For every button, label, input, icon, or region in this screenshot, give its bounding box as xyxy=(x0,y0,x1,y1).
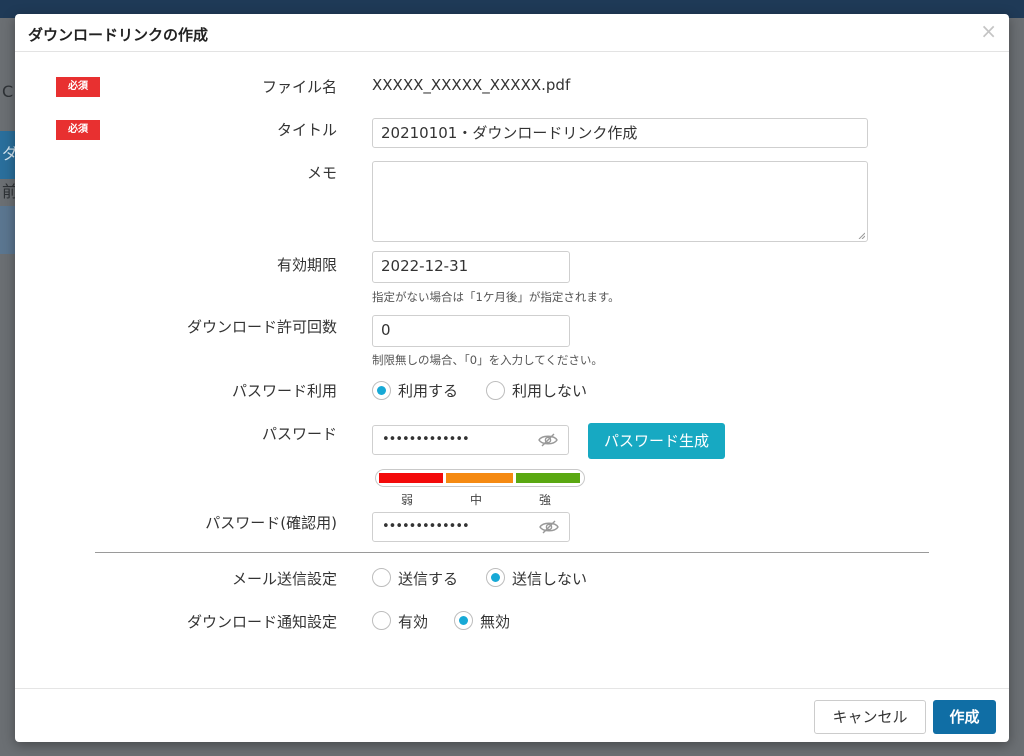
background-row xyxy=(0,206,15,254)
download-count-label: ダウンロード許可回数 xyxy=(186,318,337,336)
strength-segment-weak xyxy=(379,473,443,483)
file-name-value: XXXXX_XXXXX_XXXXX.pdf xyxy=(372,76,571,94)
required-badge: 必須 xyxy=(56,77,100,97)
mail-no-send-radio[interactable] xyxy=(486,568,505,587)
expiry-label: 有効期限 xyxy=(276,256,337,274)
password-use-label: パスワード利用 xyxy=(231,382,337,400)
title-label: タイトル xyxy=(276,121,337,139)
password-masked-value: ••••••••••••• xyxy=(382,432,470,447)
download-link-dialog: ダウンロードリンクの作成 × 必須 ファイル名 XXXXX_XXXXX_XXXX… xyxy=(15,14,1009,742)
mail-no-send-label[interactable]: 送信しない xyxy=(512,568,587,589)
password-use-no-radio[interactable] xyxy=(486,381,505,400)
create-button[interactable]: 作成 xyxy=(933,700,996,734)
cancel-button[interactable]: キャンセル xyxy=(814,700,926,734)
eye-slash-icon[interactable] xyxy=(539,519,559,535)
password-input[interactable]: ••••••••••••• xyxy=(372,425,569,455)
strength-label-weak: 弱 xyxy=(400,493,413,507)
expiry-hint: 指定がない場合は「1ケ月後」が指定されます。 xyxy=(372,290,620,304)
memo-textarea[interactable] xyxy=(372,161,868,242)
notify-setting-label: ダウンロード通知設定 xyxy=(186,613,337,631)
mail-send-label[interactable]: 送信する xyxy=(398,568,458,589)
password-strength-meter xyxy=(375,469,585,487)
strength-segment-medium xyxy=(446,473,513,483)
dialog-header: ダウンロードリンクの作成 × xyxy=(15,14,1009,52)
notify-enabled-radio[interactable] xyxy=(372,611,391,630)
password-use-no-label[interactable]: 利用しない xyxy=(512,380,587,401)
strength-label-medium: 中 xyxy=(469,493,482,507)
background-text: C xyxy=(2,82,14,101)
mail-send-radio[interactable] xyxy=(372,568,391,587)
notify-enabled-label[interactable]: 有効 xyxy=(398,611,428,632)
required-badge: 必須 xyxy=(56,120,100,140)
memo-label: メモ xyxy=(306,164,337,182)
password-confirm-masked-value: ••••••••••••• xyxy=(382,519,470,534)
strength-segment-strong xyxy=(516,473,580,483)
download-count-hint: 制限無しの場合、「0」を入力してください。 xyxy=(372,353,603,367)
password-confirm-label: パスワード(確認用) xyxy=(205,514,337,532)
strength-label-strong: 強 xyxy=(538,493,551,507)
mail-setting-label: メール送信設定 xyxy=(231,570,337,588)
eye-slash-icon[interactable] xyxy=(538,432,558,448)
expiry-date-input[interactable]: 2022-12-31 xyxy=(372,251,570,283)
generate-password-button[interactable]: パスワード生成 xyxy=(588,423,725,459)
close-icon[interactable]: × xyxy=(980,21,997,41)
title-input[interactable]: 20210101・ダウンロードリンク作成 xyxy=(372,118,868,148)
dialog-footer: キャンセル 作成 xyxy=(15,688,1009,742)
resize-grip-icon[interactable] xyxy=(857,231,865,239)
password-use-yes-label[interactable]: 利用する xyxy=(398,380,458,401)
notify-disabled-label[interactable]: 無効 xyxy=(480,611,510,632)
password-label: パスワード xyxy=(261,425,337,443)
section-divider xyxy=(95,552,929,553)
password-confirm-input[interactable]: ••••••••••••• xyxy=(372,512,570,542)
notify-disabled-radio[interactable] xyxy=(454,611,473,630)
file-name-label: ファイル名 xyxy=(261,78,337,96)
password-use-yes-radio[interactable] xyxy=(372,381,391,400)
download-count-input[interactable]: 0 xyxy=(372,315,570,347)
dialog-title: ダウンロードリンクの作成 xyxy=(28,26,209,44)
